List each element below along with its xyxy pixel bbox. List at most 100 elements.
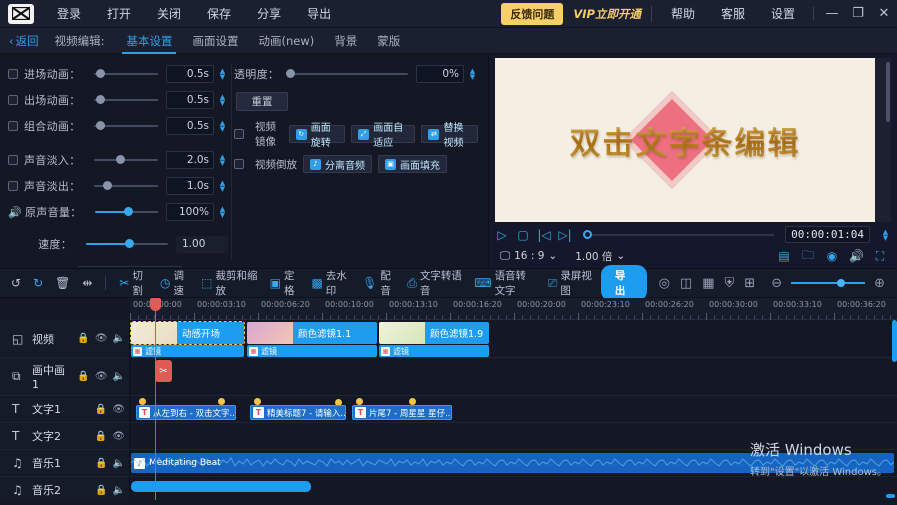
audio-fade-in-slider[interactable] [94,153,158,167]
keyframe-marker[interactable] [139,398,146,405]
mute-icon[interactable]: 🔈 [113,458,125,469]
playhead-handle[interactable] [150,298,161,311]
redo-button[interactable]: ↻ [28,271,48,295]
prev-frame-icon[interactable]: |◁ [537,228,551,242]
timeline-ruler[interactable]: 00:00:00:00 00:00:03:10 00:00:06:20 00:0… [130,298,897,320]
combo-animation-slider[interactable] [94,119,158,133]
text-clip[interactable]: T 片尾7 - 周星星 星仔... [352,405,452,420]
track-actions[interactable]: 🔒🔈 [95,458,129,469]
zoom-slider-knob[interactable] [837,279,845,287]
lane-text2[interactable] [130,423,897,450]
keyframe-marker[interactable] [254,398,261,405]
expand-icon[interactable]: ⊞ [740,276,759,291]
timeline-vertical-scrollbar[interactable] [892,320,897,362]
rotate-picture-button[interactable]: ↻ 画面旋转 [289,125,346,143]
keyframe-marker[interactable] [356,398,363,405]
filter-clip[interactable]: ▦ 滤镜 [247,345,377,357]
menu-login[interactable]: 登录 [44,0,94,28]
opacity-slider[interactable] [290,67,408,81]
crop-zoom-button[interactable]: ⬚ 裁剪和缩放 [196,271,262,295]
speed-value[interactable]: 1.00 [176,236,228,253]
filter-clip[interactable]: ▦ 滤镜 [379,345,489,357]
eye-icon[interactable]: 👁 [112,404,125,415]
lock-icon[interactable]: 🔒 [95,458,107,469]
speech-to-text-button[interactable]: ⌨ 语音转文字 [469,271,541,295]
back-button[interactable]: ‹ 返回 [9,33,39,49]
menu-settings[interactable]: 设置 [758,0,808,28]
lock-icon[interactable]: 🔒 [77,333,89,344]
slider-knob[interactable] [116,155,125,164]
fullscreen-icon[interactable]: ⛶ [873,249,887,264]
entrance-animation-value[interactable]: 0.5s [166,65,214,83]
speed-button[interactable]: ◷ 调速 [155,271,194,295]
lock-icon[interactable]: 🔒 [95,404,107,415]
eye-icon[interactable]: 👁 [112,431,125,442]
speed-slider[interactable] [86,237,168,251]
maximize-button[interactable]: ❐ [845,0,871,28]
video-reverse-checkbox[interactable] [234,159,244,169]
preview-scrollbar[interactable] [886,62,890,122]
tab-mask[interactable]: 蒙版 [367,28,410,54]
fit-picture-button[interactable]: ⤢ 画面自适应 [351,125,415,143]
audio-fade-in-stepper[interactable]: ▲▼ [217,154,228,166]
remove-watermark-button[interactable]: ▩ 去水印 [306,271,355,295]
opacity-value[interactable]: 0% [416,65,464,83]
slider-knob[interactable] [96,69,105,78]
audio-fade-out-value[interactable]: 1.0s [166,177,214,195]
opacity-stepper[interactable]: ▲▼ [467,68,478,80]
video-mirror-checkbox[interactable] [234,129,244,139]
split-at-playhead-button[interactable]: ✂ [155,360,172,382]
original-volume-value[interactable]: 100% [166,203,214,221]
entrance-animation-slider[interactable] [94,67,158,81]
eye-icon[interactable]: 👁 [95,333,108,344]
undo-button[interactable]: ↺ [6,271,26,295]
lane-music2[interactable] [130,477,897,500]
track-header-pip1[interactable]: ⧉ 画中画1 🔒👁🔈 [0,358,129,396]
replace-video-button[interactable]: ⇄ 替换视频 [421,125,478,143]
play-icon[interactable]: ▷ [495,228,509,242]
menu-customer-service[interactable]: 客服 [708,0,758,28]
zoom-in-icon[interactable]: ⊕ [870,276,889,291]
menu-help[interactable]: 帮助 [658,0,708,28]
seek-handle[interactable] [583,230,592,239]
slider-knob[interactable] [103,181,112,190]
split-button[interactable]: ✂ 切割 [114,271,153,295]
tab-picture-settings[interactable]: 画面设置 [182,28,248,54]
voiceover-button[interactable]: 🎙 配音 [357,271,400,295]
menu-export[interactable]: 导出 [294,0,344,28]
video-mirror-toggle[interactable]: 视频镜像 [234,119,283,149]
freeze-button[interactable]: ▣ 定格 [265,271,305,295]
entrance-animation-stepper[interactable]: ▲▼ [217,68,228,80]
track-actions[interactable]: 🔒👁 [95,431,129,442]
audio-fade-out-checkbox[interactable] [8,181,18,191]
marker-icon[interactable]: ◎ [655,276,674,291]
audio-fade-in-checkbox[interactable] [8,155,18,165]
vip-button[interactable]: VIP立即开通 [573,6,652,22]
mute-icon[interactable]: 🔈 [113,371,125,382]
exit-animation-checkbox[interactable] [8,95,18,105]
audio-fade-in-value[interactable]: 2.0s [166,151,214,169]
zoom-out-icon[interactable]: ⊖ [767,276,786,291]
exit-animation-stepper[interactable]: ▲▼ [217,94,228,106]
fill-picture-button[interactable]: ▣ 画面填充 [378,155,447,173]
camera-icon[interactable]: ◉ [825,249,839,263]
lane-text1[interactable]: T 从左到右 - 双击文字... T 精美标题7 - 请输入... T 片尾7 … [130,396,897,423]
track-actions[interactable]: 🔒🔈 [95,485,129,496]
text-clip[interactable]: T 从左到右 - 双击文字... [136,405,236,420]
lane-video[interactable]: 动感开场 颜色滤镜1.1 颜色滤镜1.9 ▦ 滤镜 ▦ 滤镜 ▦ 滤镜 [130,320,897,358]
shield-icon[interactable]: ⛨ [721,276,739,291]
exit-animation-value[interactable]: 0.5s [166,91,214,109]
keyframe-marker[interactable] [409,398,416,405]
feedback-button[interactable]: 反馈问题 [501,3,563,25]
audio-clip[interactable]: ♪ Meditating Beat [131,453,894,473]
audio-clip-secondary[interactable] [131,481,311,492]
timeline-horizontal-scrollbar[interactable] [886,494,895,498]
lock-icon[interactable]: 🔒 [95,431,107,442]
text-clip[interactable]: T 精美标题7 - 请输入... [250,405,346,420]
speaker-icon[interactable]: 🔊 [8,206,22,219]
speaker-icon[interactable]: 🔊 [849,249,863,263]
playhead[interactable] [155,298,156,500]
screen-record-button[interactable]: ⎚ 录屏视图 [543,271,599,295]
align-button[interactable]: ⇹ [77,271,97,295]
track-header-music2[interactable]: ♫ 音乐2 🔒🔈 [0,477,129,500]
